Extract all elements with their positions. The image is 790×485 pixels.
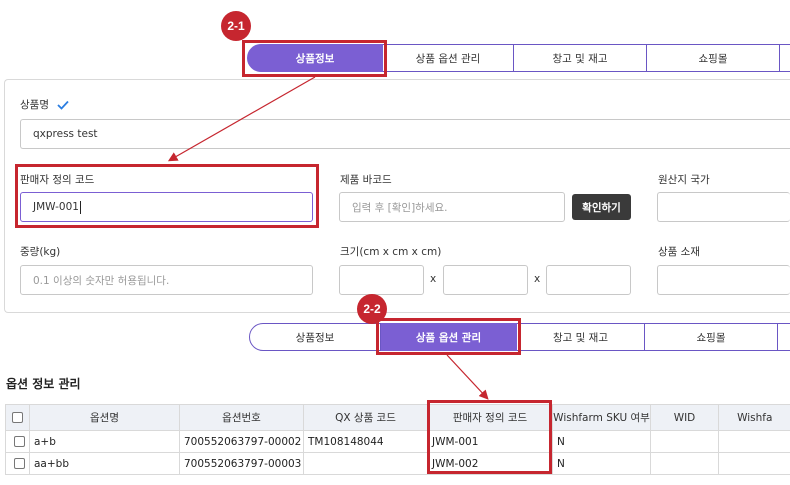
lower-tab-shopping-mall[interactable]: 쇼핑몰 (645, 323, 778, 351)
size-separator: x (534, 273, 541, 285)
barcode-input[interactable]: 입력 후 [확인]하세요. (339, 192, 565, 222)
highlight-box-seller-code (15, 164, 319, 228)
extra-cell (718, 452, 790, 475)
size-height-input[interactable] (546, 265, 631, 295)
wid-cell (650, 430, 719, 453)
column-header: Wishfarm SKU 여부 (552, 404, 651, 431)
product-name-input[interactable]: qxpress test (20, 119, 790, 149)
check-icon (57, 100, 69, 110)
size-length-input[interactable] (339, 265, 424, 295)
column-header: 옵션번호 (179, 404, 304, 431)
wid-cell (650, 452, 719, 475)
table-header-row: 옵션명 옵션번호 QX 상품 코드 판매자 정의 코드 Wishfarm SKU… (5, 404, 790, 431)
product-name-label: 상품명 (20, 97, 69, 112)
row-checkbox[interactable] (14, 436, 25, 447)
size-width-input[interactable] (443, 265, 528, 295)
option-table: 옵션명 옵션번호 QX 상품 코드 판매자 정의 코드 Wishfarm SKU… (5, 404, 790, 475)
option-number-cell: 700552063797-00002 (179, 430, 304, 453)
weight-label: 중량(kg) (20, 246, 61, 258)
lower-tab-product-info[interactable]: 상품정보 (249, 323, 381, 351)
top-tab-shopping-mall[interactable]: 쇼핑몰 (647, 44, 780, 72)
option-number-cell: 700552063797-00003 (179, 452, 304, 475)
column-header: 옵션명 (29, 404, 180, 431)
row-checkbox-cell[interactable] (5, 430, 30, 453)
top-tab-warehouse[interactable]: 창고 및 재고 (514, 44, 647, 72)
sku-flag-cell: N (552, 452, 651, 475)
origin-country-select[interactable] (657, 192, 790, 222)
select-all-checkbox-cell[interactable] (5, 404, 30, 431)
highlight-box-option-tab (376, 318, 521, 355)
qx-code-cell (303, 452, 428, 475)
origin-country-label: 원산지 국가 (658, 174, 710, 186)
option-name-cell: a+b (29, 430, 180, 453)
table-row[interactable]: aa+bb 700552063797-00003 JWM-002 N (5, 452, 790, 475)
barcode-label: 제품 바코드 (340, 174, 392, 186)
row-checkbox-cell[interactable] (5, 452, 30, 475)
top-tab-more[interactable] (780, 44, 790, 72)
sku-flag-cell: N (552, 430, 651, 453)
qx-code-cell: TM108148044 (303, 430, 428, 453)
callout-badge-2-1: 2-1 (221, 11, 251, 41)
highlight-box-product-tab (242, 40, 387, 77)
arrow-to-seller-column (446, 354, 489, 400)
select-all-checkbox[interactable] (12, 412, 23, 423)
size-label: 크기(cm x cm x cm) (340, 246, 442, 258)
extra-cell (718, 430, 790, 453)
column-header: Wishfa (718, 404, 790, 431)
option-section-title: 옵션 정보 관리 (6, 377, 81, 391)
row-checkbox[interactable] (14, 458, 25, 469)
top-tab-option-manage[interactable]: 상품 옵션 관리 (383, 44, 514, 72)
lower-tab-more[interactable] (778, 323, 790, 351)
highlight-box-seller-code-column (427, 400, 552, 474)
lower-tab-warehouse[interactable]: 창고 및 재고 (517, 323, 645, 351)
column-header: WID (650, 404, 719, 431)
table-row[interactable]: a+b 700552063797-00002 TM108148044 JWM-0… (5, 430, 790, 453)
weight-input[interactable]: 0.1 이상의 숫자만 허용됩니다. (20, 265, 313, 295)
material-input[interactable] (657, 265, 790, 295)
confirm-button[interactable]: 확인하기 (572, 194, 631, 220)
material-label: 상품 소재 (658, 246, 700, 258)
column-header: QX 상품 코드 (303, 404, 428, 431)
option-name-cell: aa+bb (29, 452, 180, 475)
size-separator: x (430, 273, 437, 285)
